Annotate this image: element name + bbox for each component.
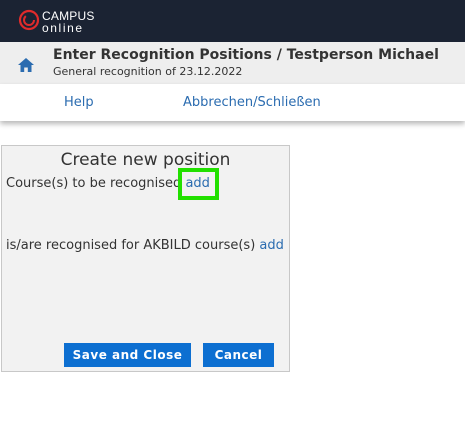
recognised-label: is/are recognised for AKBILD course(s) [6,238,256,253]
courses-label: Course(s) to be recognised [6,176,182,191]
recognised-row: is/are recognised for AKBILD course(s) a… [6,238,284,253]
dialog-title: Create new position [60,150,231,170]
brand-line2: online [42,21,84,35]
courses-add-link[interactable]: add [185,176,209,191]
menu-bar: Help Abbrechen/Schließen [0,84,465,121]
cancel-button[interactable]: Cancel [203,343,274,367]
courses-row: Course(s) to be recognised add [6,176,210,191]
help-link[interactable]: Help [64,95,94,110]
cancel-close-link[interactable]: Abbrechen/Schließen [183,95,321,110]
home-icon[interactable] [18,58,34,72]
brand-logo-text[interactable]: CAMPUS online [42,10,95,35]
campus-online-logo-icon[interactable] [18,9,40,31]
top-bar: CAMPUS online [0,0,465,42]
page-title: Enter Recognition Positions / Testperson… [53,47,439,63]
create-position-dialog: Create new position Course(s) to be reco… [1,145,290,372]
save-and-close-button[interactable]: Save and Close [64,343,191,367]
recognised-add-link[interactable]: add [259,238,283,253]
page-subtitle: General recognition of 23.12.2022 [53,65,243,78]
title-bar: Enter Recognition Positions / Testperson… [0,42,465,84]
